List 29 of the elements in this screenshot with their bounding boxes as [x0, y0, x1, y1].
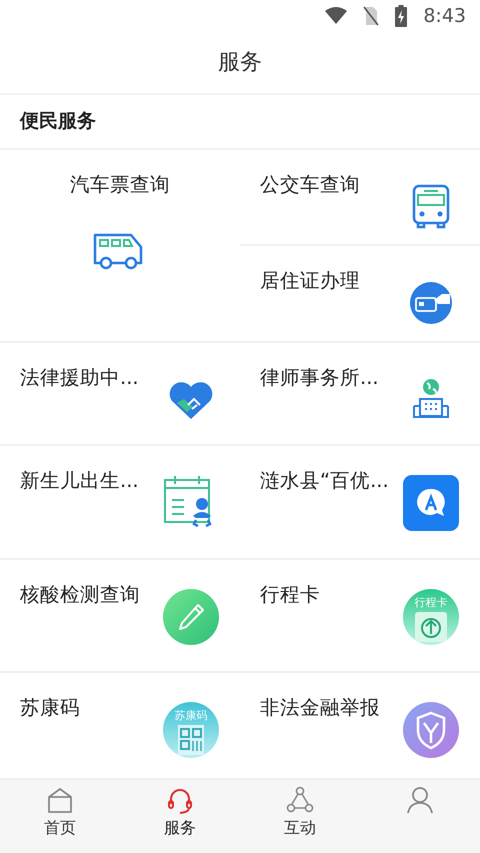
service-tile[interactable]: 行程卡 行程卡: [240, 560, 480, 673]
service-tile[interactable]: 公交车查询: [240, 150, 480, 246]
no-sim-icon: [363, 6, 380, 26]
headset-icon: [166, 786, 194, 814]
nav-tab[interactable]: 互动: [240, 780, 360, 853]
battery-icon: [395, 5, 408, 27]
service-tile[interactable]: 居住证办理: [240, 246, 480, 343]
chat-bubble-icon: [402, 474, 460, 532]
service-tile[interactable]: 法律援助中...: [0, 343, 240, 446]
service-tile[interactable]: 新生儿出生...: [0, 446, 240, 560]
nav-tab[interactable]: 首页: [0, 780, 120, 853]
status-time: 8:43: [423, 4, 466, 29]
home-icon: [46, 786, 74, 814]
shield-icon: [402, 701, 460, 759]
service-tile[interactable]: 涟水县“百优...: [240, 446, 480, 560]
travel-card-icon: [403, 589, 459, 645]
nav-tab[interactable]: 服务: [120, 780, 240, 853]
service-tile[interactable]: 律师事务所...: [240, 343, 480, 446]
person-icon: [406, 786, 434, 814]
qr-code-icon: [163, 702, 219, 758]
wifi-icon: [325, 7, 348, 25]
dropper-icon: [162, 588, 220, 646]
icon-caption: 苏康码: [174, 709, 208, 722]
page-title: 服务: [218, 49, 262, 77]
service-tile[interactable]: 汽车票查询: [0, 150, 240, 343]
service-tile[interactable]: 核酸检测查询: [0, 560, 240, 673]
section-title: 便民服务: [20, 109, 96, 134]
icon-caption: 行程卡: [414, 596, 448, 609]
network-icon: [286, 786, 314, 814]
